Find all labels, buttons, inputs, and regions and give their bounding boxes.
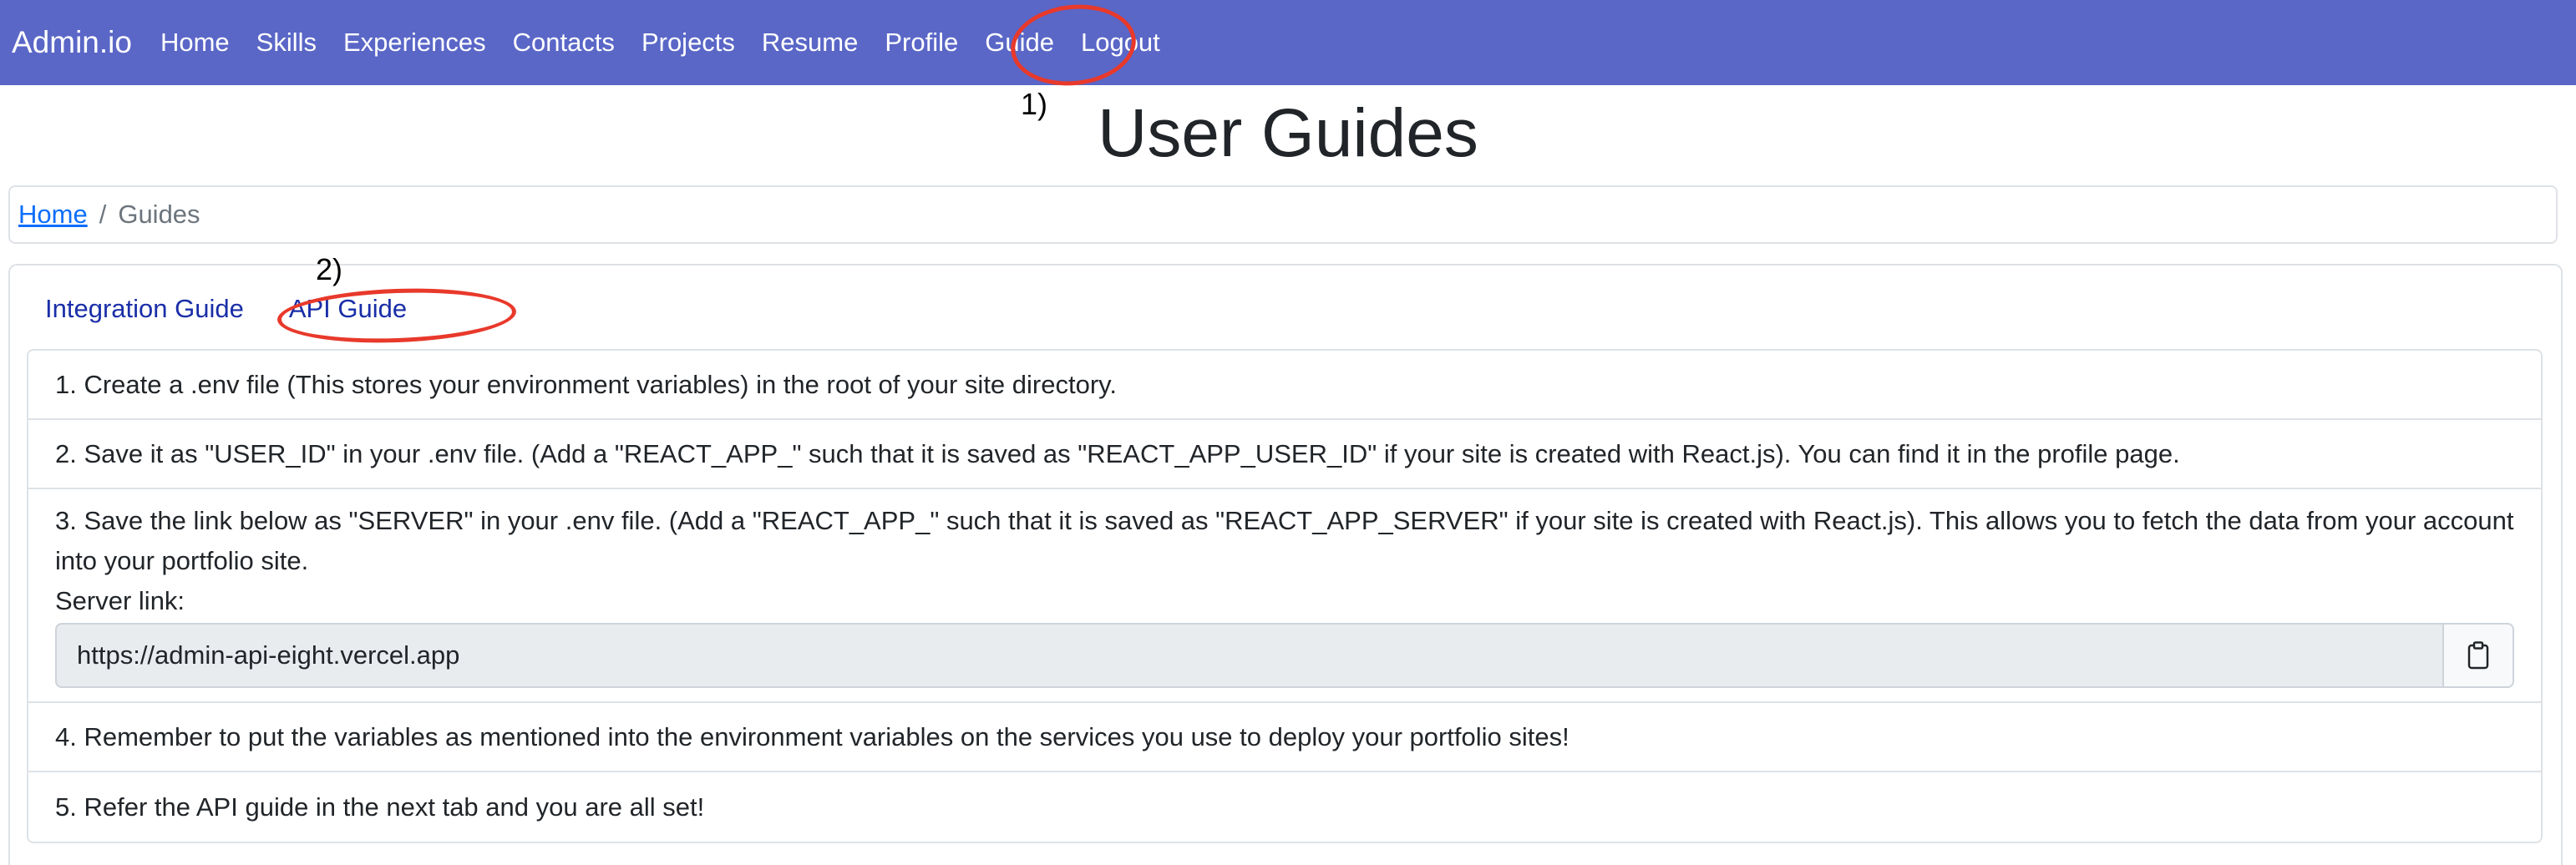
step-5-text: 5. Refer the API guide in the next tab a… — [55, 792, 705, 822]
nav-projects[interactable]: Projects — [641, 28, 735, 58]
nav-home[interactable]: Home — [160, 28, 230, 58]
step-1-text: 1. Create a .env file (This stores your … — [55, 369, 1117, 399]
copy-button[interactable] — [2444, 623, 2514, 688]
nav-profile[interactable]: Profile — [885, 28, 958, 58]
breadcrumb: Home / Guides — [8, 185, 2558, 244]
steps-list: 1. Create a .env file (This stores your … — [27, 349, 2543, 843]
server-link-input[interactable] — [55, 623, 2444, 688]
tab-integration-guide[interactable]: Integration Guide — [45, 294, 244, 324]
list-item: 5. Refer the API guide in the next tab a… — [28, 772, 2541, 842]
list-item: 1. Create a .env file (This stores your … — [28, 351, 2541, 420]
server-link-label: Server link: — [55, 586, 185, 615]
nav-skills[interactable]: Skills — [256, 28, 317, 58]
top-navbar: Admin.io Home Skills Experiences Contact… — [0, 0, 2576, 85]
nav-experiences[interactable]: Experiences — [343, 28, 486, 58]
brand-logo[interactable]: Admin.io — [12, 25, 132, 60]
list-item: 4. Remember to put the variables as ment… — [28, 703, 2541, 772]
step-3-text: 3. Save the link below as "SERVER" in yo… — [55, 506, 2514, 575]
clipboard-icon — [2467, 641, 2489, 670]
server-link-group — [55, 623, 2514, 688]
step-2-text: 2. Save it as "USER_ID" in your .env fil… — [55, 438, 2180, 468]
page-title: User Guides — [1098, 95, 1478, 171]
list-item: 3. Save the link below as "SERVER" in yo… — [28, 489, 2541, 703]
annotation-step-2: 2) — [316, 252, 343, 286]
breadcrumb-separator: / — [99, 200, 107, 229]
list-item: 2. Save it as "USER_ID" in your .env fil… — [28, 420, 2541, 489]
step-4-text: 4. Remember to put the variables as ment… — [55, 721, 1569, 751]
breadcrumb-home-link[interactable]: Home — [18, 200, 88, 230]
nav-contacts[interactable]: Contacts — [513, 28, 615, 58]
breadcrumb-current: Guides — [118, 200, 200, 229]
nav-resume[interactable]: Resume — [762, 28, 858, 58]
